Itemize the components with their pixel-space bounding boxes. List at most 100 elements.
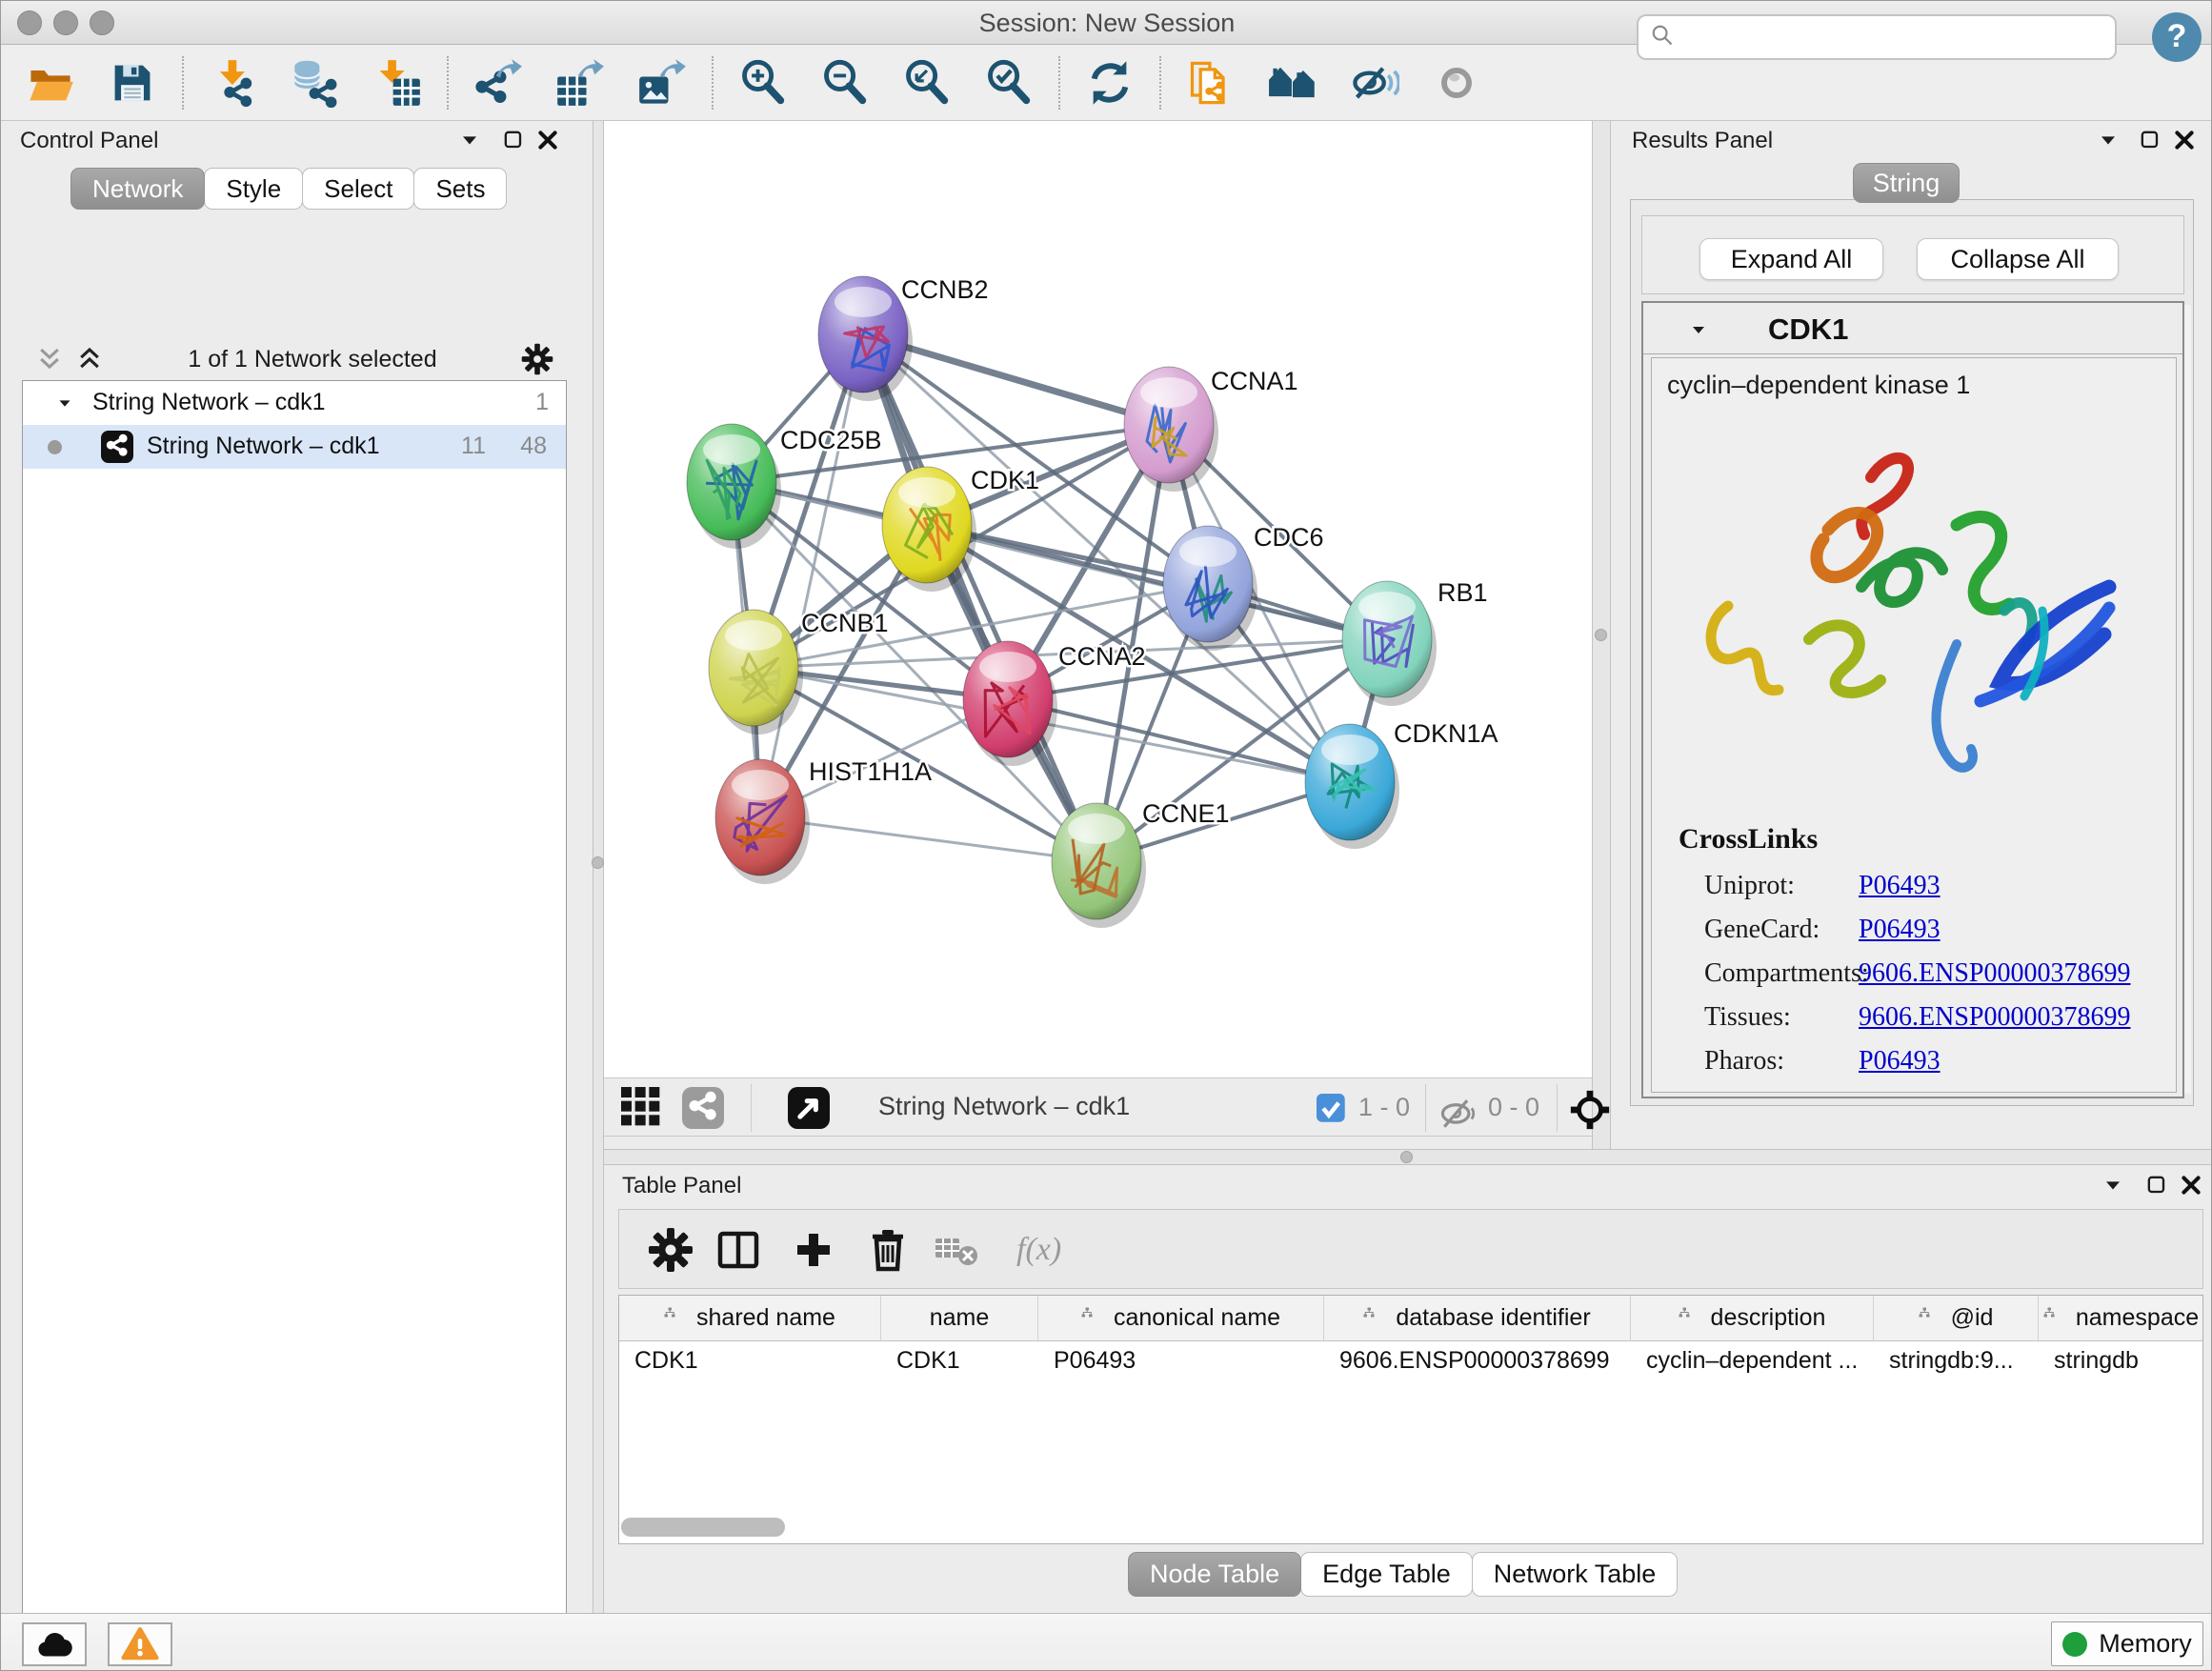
crosslink-label: Pharos: [1704, 1046, 1833, 1077]
table-row[interactable]: CDK1CDK1P064939606.ENSP00000378699cyclin… [619, 1341, 2202, 1381]
expand-all-icon[interactable] [75, 345, 104, 373]
string-home-icon[interactable] [1268, 58, 1317, 108]
table-cell[interactable]: CDK1 [881, 1341, 1038, 1381]
crosslink-row: Tissues:9606.ENSP00000378699 [1704, 1002, 2162, 1040]
network-canvas[interactable]: CCNB2CCNA1CDC25BCDK1CDC6RB1CCNB1CCNA2CDK… [604, 121, 1592, 1077]
network-row[interactable]: String Network – cdk1 11 48 [23, 425, 566, 469]
crosshair-icon[interactable] [1568, 1088, 1612, 1132]
node-CCNB1[interactable] [709, 610, 803, 735]
results-panel-float-icon[interactable] [2137, 127, 2163, 153]
control-panel-close-icon[interactable] [534, 127, 561, 153]
table-horizontal-scrollbar-thumb[interactable] [621, 1518, 785, 1537]
node-CDKN1A[interactable] [1305, 724, 1399, 849]
table-cell[interactable]: 9606.ENSP00000378699 [1324, 1341, 1631, 1381]
cloud-button[interactable] [22, 1622, 87, 1666]
right-splitter[interactable] [1592, 121, 1611, 1149]
import-network-file-icon[interactable] [209, 58, 258, 108]
column-header-canonical-name[interactable]: canonical name [1038, 1296, 1324, 1340]
crosslink-value-link[interactable]: 9606.ENSP00000378699 [1859, 1002, 2130, 1033]
left-splitter[interactable] [593, 121, 604, 1613]
edge-CCNB2-HIST1H1A[interactable] [760, 334, 863, 817]
zoom-fit-icon[interactable] [902, 58, 952, 108]
column-header-database-identifier[interactable]: database identifier [1324, 1296, 1631, 1340]
crosslink-value-link[interactable]: P06493 [1859, 915, 1941, 945]
control-panel-float-icon[interactable] [500, 127, 527, 153]
network-options-gear-icon[interactable] [521, 343, 553, 375]
cdk1-section-header[interactable]: CDK1 [1643, 303, 2182, 354]
table-panel-menu-icon[interactable] [2100, 1173, 2126, 1199]
collapse-all-button[interactable]: Collapse All [1917, 238, 2119, 280]
node-HIST1H1A[interactable] [715, 759, 810, 884]
help-button[interactable]: ? [2152, 12, 2202, 62]
search-input[interactable] [1679, 18, 2115, 56]
import-table-file-icon[interactable] [372, 58, 422, 108]
expand-all-button[interactable]: Expand All [1699, 238, 1883, 280]
crosslink-value-link[interactable]: P06493 [1859, 871, 1941, 901]
tab-edge-table[interactable]: Edge Table [1300, 1552, 1473, 1597]
table-cell[interactable]: P06493 [1038, 1341, 1324, 1381]
grid-view-icon[interactable] [621, 1087, 663, 1129]
right-splitter-grip[interactable] [1595, 629, 1607, 641]
network-overview-icon[interactable] [682, 1087, 724, 1129]
tab-network[interactable]: Network [70, 168, 205, 210]
table-settings-gear-icon[interactable] [648, 1227, 694, 1273]
warnings-button[interactable] [108, 1622, 172, 1666]
edge-HIST1H1A-CCNE1[interactable] [760, 817, 1096, 861]
table-cell[interactable]: CDK1 [619, 1341, 881, 1381]
export-table-icon[interactable] [555, 58, 605, 108]
apply-layout-icon[interactable] [1085, 58, 1135, 108]
export-network-icon[interactable] [473, 58, 523, 108]
results-panel-menu-icon[interactable] [2095, 128, 2122, 154]
table-cell[interactable]: stringdb [2039, 1341, 2203, 1381]
open-session-icon[interactable] [26, 58, 75, 108]
table-cell[interactable]: cyclin–dependent ... [1631, 1341, 1874, 1381]
node-CCNA2[interactable] [963, 641, 1057, 766]
show-columns-icon[interactable] [715, 1227, 761, 1273]
import-network-database-icon[interactable] [291, 58, 340, 108]
control-panel-menu-icon[interactable] [456, 128, 483, 154]
memory-button[interactable]: Memory [2051, 1621, 2203, 1666]
tab-network-table[interactable]: Network Table [1472, 1552, 1679, 1597]
node-RB1[interactable] [1342, 581, 1437, 706]
delete-column-icon[interactable] [865, 1227, 911, 1273]
tab-string[interactable]: String [1853, 163, 1960, 203]
show-details-icon[interactable] [1432, 58, 1481, 108]
collection-expander-icon[interactable] [54, 393, 75, 414]
selected-checkbox-icon[interactable] [1317, 1094, 1346, 1123]
table-panel-float-icon[interactable] [2143, 1172, 2170, 1198]
zoom-selected-icon[interactable] [984, 58, 1034, 108]
column-header-name[interactable]: name [881, 1296, 1038, 1340]
crosslink-value-link[interactable]: P06493 [1859, 1046, 1941, 1077]
network-collection-row[interactable]: String Network – cdk1 1 [23, 381, 566, 425]
zoom-out-icon[interactable] [820, 58, 870, 108]
node-CCNB2[interactable] [818, 276, 913, 401]
bottom-splitter[interactable] [604, 1149, 2212, 1165]
node-CDK1[interactable] [882, 467, 976, 592]
tab-style[interactable]: Style [204, 168, 303, 210]
export-image-icon[interactable] [637, 58, 687, 108]
left-splitter-grip[interactable] [592, 856, 604, 869]
table-panel-close-icon[interactable] [2178, 1172, 2204, 1198]
column-header-description[interactable]: description [1631, 1296, 1874, 1340]
node-CDC6[interactable] [1163, 526, 1257, 651]
column-header--id[interactable]: @id [1874, 1296, 2039, 1340]
copy-network-icon[interactable] [1186, 58, 1236, 108]
tab-select[interactable]: Select [302, 168, 414, 210]
create-column-icon[interactable] [791, 1227, 836, 1273]
search-box[interactable] [1637, 14, 2117, 60]
save-session-icon[interactable] [108, 58, 157, 108]
zoom-in-icon[interactable] [738, 58, 788, 108]
column-header-shared-name[interactable]: shared name [619, 1296, 881, 1340]
tab-sets[interactable]: Sets [413, 168, 507, 210]
results-panel-close-icon[interactable] [2171, 127, 2198, 153]
hide-details-icon[interactable] [1350, 58, 1399, 108]
section-expander-icon[interactable] [1687, 319, 1710, 342]
crosslink-value-link[interactable]: 9606.ENSP00000378699 [1859, 958, 2130, 989]
tab-node-table[interactable]: Node Table [1128, 1552, 1301, 1597]
table-cell[interactable]: stringdb:9... [1874, 1341, 2039, 1381]
bottom-splitter-grip[interactable] [1400, 1151, 1413, 1163]
birds-eye-view-icon[interactable] [788, 1087, 830, 1129]
column-header-namespace[interactable]: namespace [2039, 1296, 2203, 1340]
node-CCNE1[interactable] [1052, 803, 1146, 928]
collapse-all-icon[interactable] [35, 345, 64, 373]
